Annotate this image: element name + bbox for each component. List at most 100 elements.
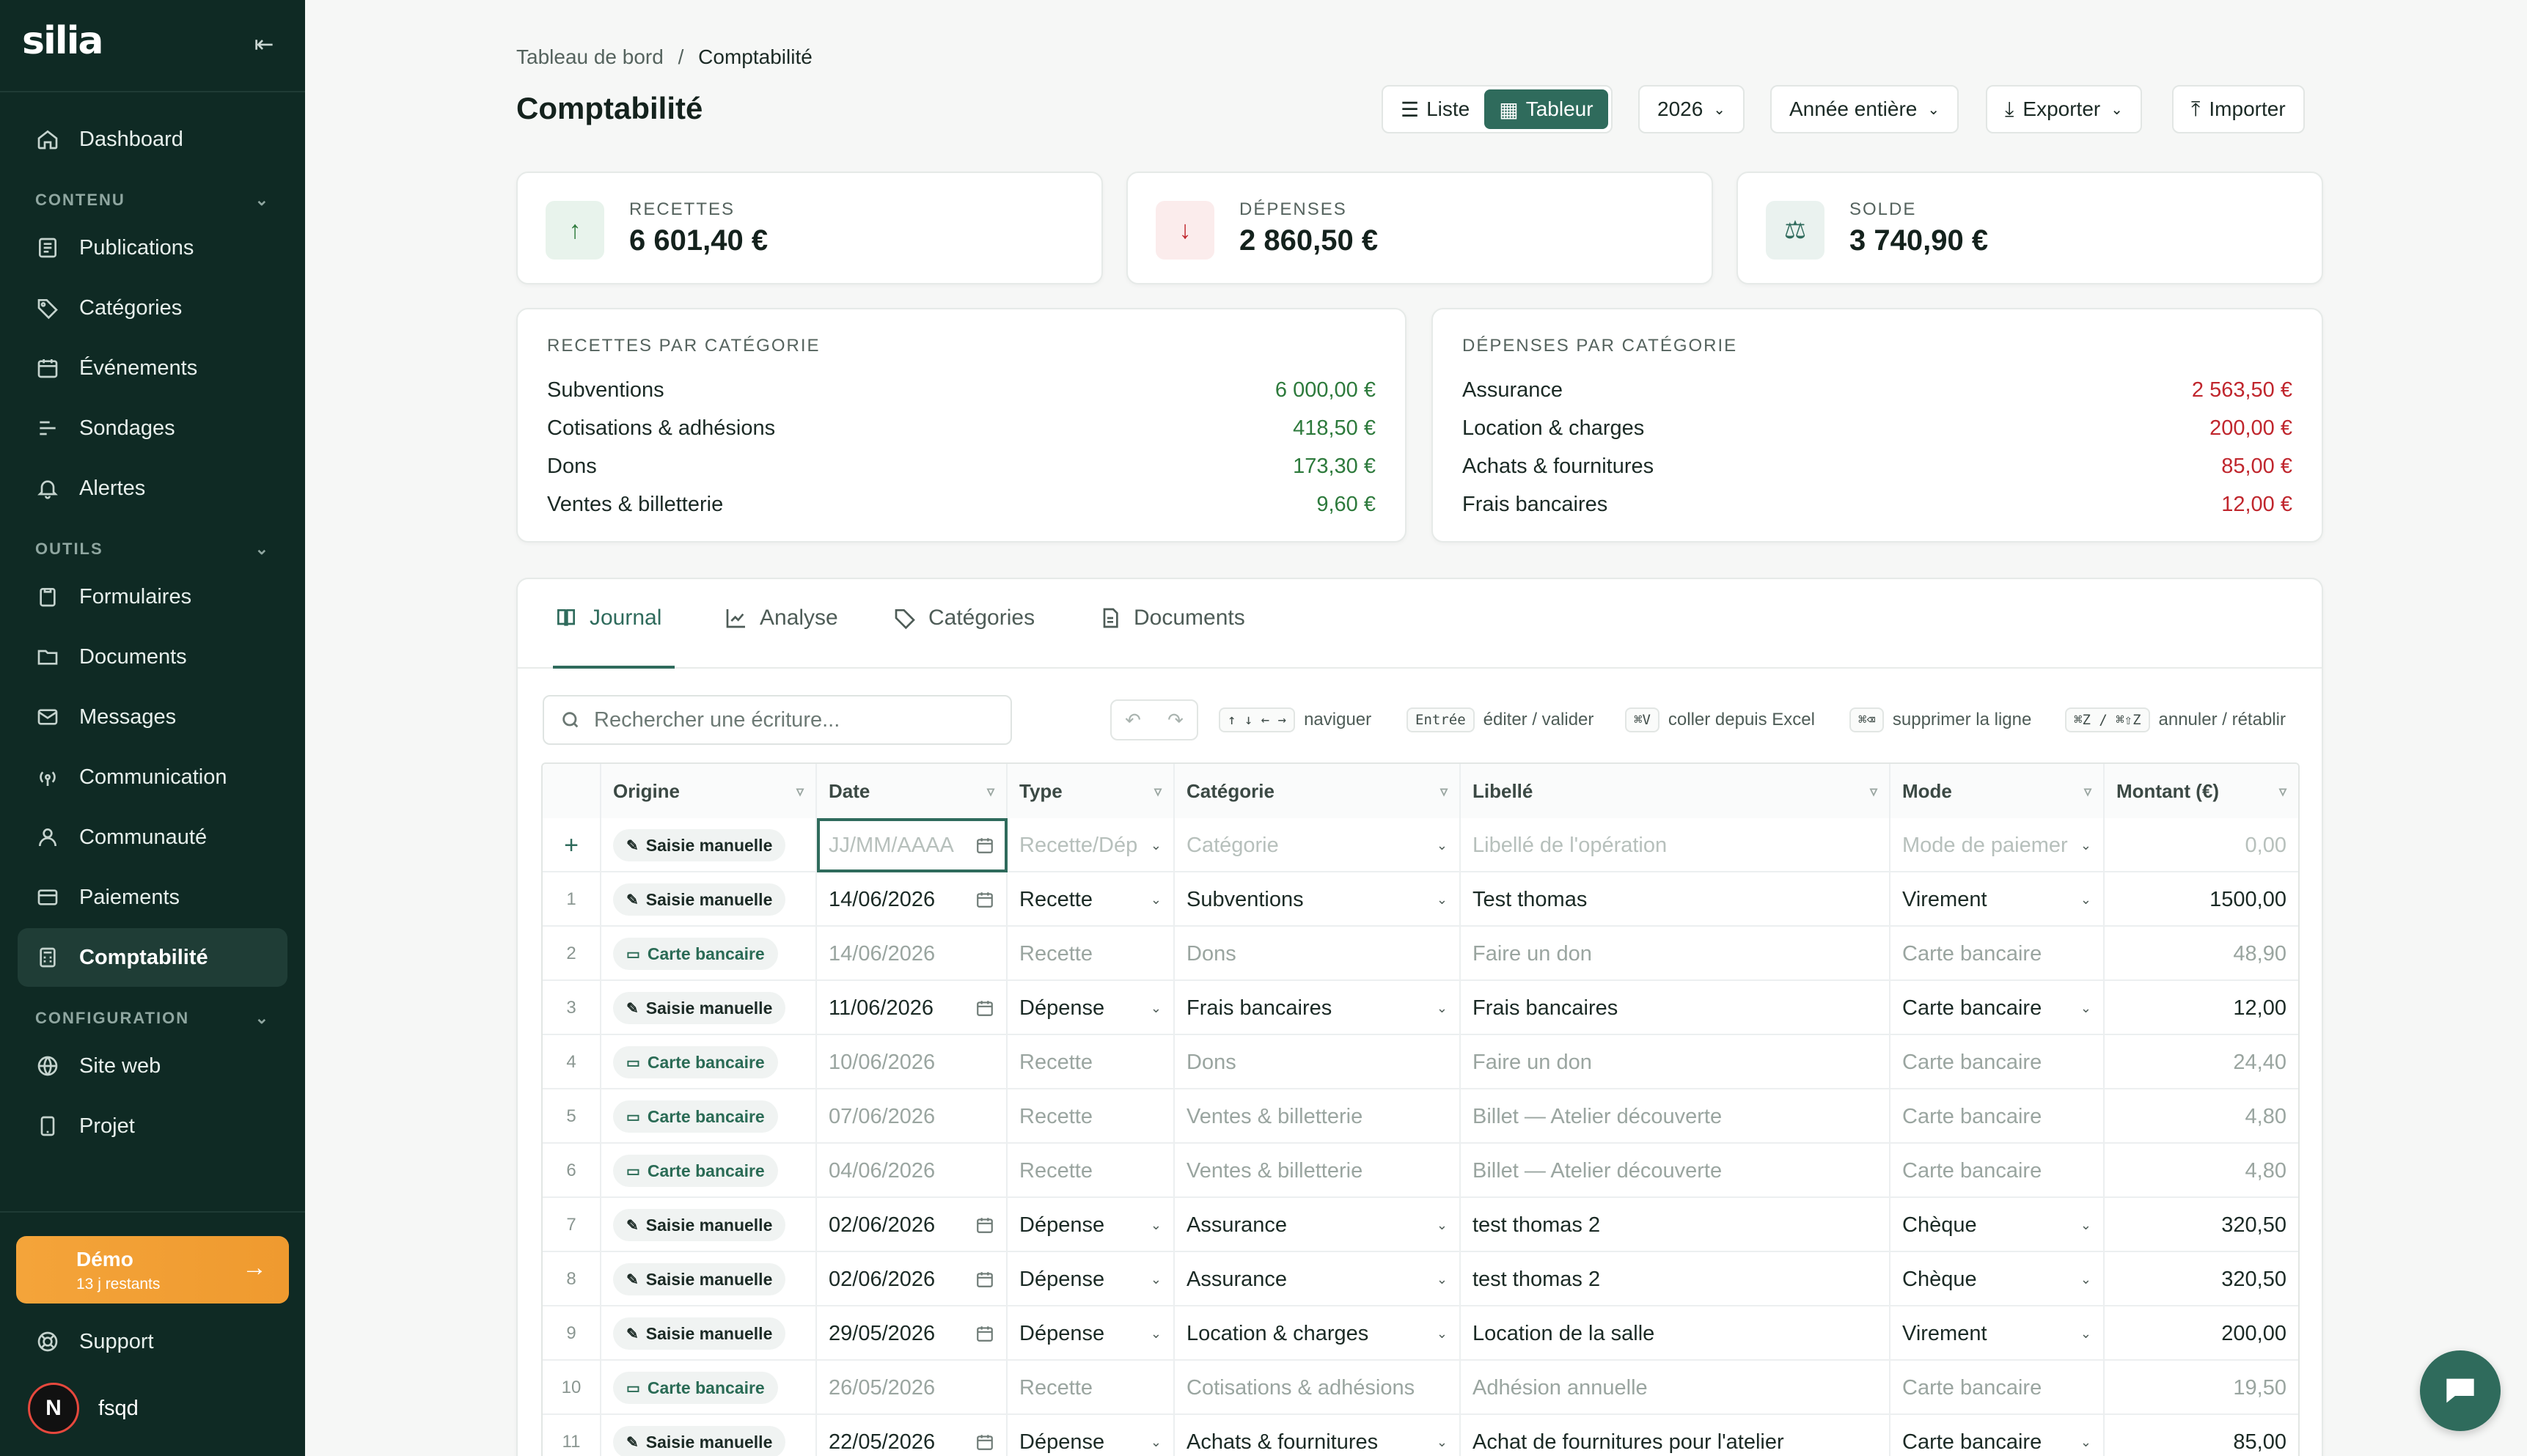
cell-mode[interactable]: Carte bancaire: [1890, 1089, 2105, 1144]
add-row-icon[interactable]: +: [543, 818, 601, 872]
cell-date[interactable]: 10/06/2026: [817, 1035, 1008, 1089]
filter-icon[interactable]: ▿: [2084, 782, 2091, 801]
import-button[interactable]: ⤒ Importer: [2172, 85, 2305, 133]
table-row[interactable]: 11 ✎ Saisie manuelle 22/05/2026 Dépense ⌄ Acha…: [543, 1415, 2298, 1456]
tab-analyse[interactable]: Analyse: [725, 606, 838, 630]
cell-type[interactable]: Dépense ⌄: [1008, 1198, 1175, 1252]
cell-libelle[interactable]: Faire un don: [1461, 927, 1890, 981]
header-mode[interactable]: Mode ▿: [1890, 764, 2105, 818]
cell-categorie[interactable]: Dons: [1175, 927, 1461, 981]
cell-montant[interactable]: 320,50: [2105, 1252, 2298, 1306]
cell-date[interactable]: 26/05/2026: [817, 1361, 1008, 1415]
table-row[interactable]: 9 ✎ Saisie manuelle 29/05/2026 Dépense ⌄ Locat…: [543, 1306, 2298, 1361]
cell-mode[interactable]: Virement ⌄: [1890, 1306, 2105, 1361]
sidebar-item-dashboard[interactable]: Dashboard: [18, 110, 287, 169]
cell-libelle-input[interactable]: Libellé de l'opération: [1461, 818, 1890, 872]
cell-date[interactable]: 04/06/2026: [817, 1144, 1008, 1198]
sidebar-item-evenements[interactable]: Événements: [18, 339, 287, 397]
cell-date-input[interactable]: JJ/MM/AAAA: [817, 818, 1008, 872]
cell-libelle[interactable]: Adhésion annuelle: [1461, 1361, 1890, 1415]
search-input[interactable]: [594, 707, 990, 732]
cell-type[interactable]: Recette: [1008, 927, 1175, 981]
cell-date[interactable]: 14/06/2026: [817, 927, 1008, 981]
table-row[interactable]: 2 ▭ Carte bancaire 14/06/2026 Recette Dons Fai…: [543, 927, 2298, 981]
header-date[interactable]: Date ▿: [817, 764, 1008, 818]
redo-icon[interactable]: ↷: [1167, 709, 1184, 732]
cell-libelle[interactable]: Test thomas: [1461, 872, 1890, 927]
sidebar-item-site-web[interactable]: Site web: [18, 1037, 287, 1095]
cell-montant[interactable]: 4,80: [2105, 1144, 2298, 1198]
tab-journal[interactable]: Journal: [554, 606, 661, 630]
calendar-icon[interactable]: [975, 1270, 994, 1289]
sidebar-item-categories[interactable]: Catégories: [18, 279, 287, 337]
sidebar-item-publications[interactable]: Publications: [18, 218, 287, 277]
header-libelle[interactable]: Libellé ▿: [1461, 764, 1890, 818]
cell-libelle[interactable]: Billet — Atelier découverte: [1461, 1144, 1890, 1198]
table-row[interactable]: 6 ▭ Carte bancaire 04/06/2026 Recette Ventes …: [543, 1144, 2298, 1198]
cell-type[interactable]: Dépense ⌄: [1008, 1415, 1175, 1456]
cell-montant[interactable]: 1500,00: [2105, 872, 2298, 927]
view-list-button[interactable]: ☰ Liste: [1386, 89, 1484, 129]
cell-date[interactable]: 02/06/2026: [817, 1198, 1008, 1252]
cell-libelle[interactable]: Location de la salle: [1461, 1306, 1890, 1361]
calendar-icon[interactable]: [975, 999, 994, 1018]
cell-type[interactable]: Recette: [1008, 1144, 1175, 1198]
filter-icon[interactable]: ▿: [1870, 782, 1877, 801]
collapse-sidebar-icon[interactable]: ⇤: [251, 31, 277, 57]
cell-libelle[interactable]: Faire un don: [1461, 1035, 1890, 1089]
tab-categories[interactable]: Catégories: [893, 606, 1035, 630]
cell-libelle[interactable]: test thomas 2: [1461, 1198, 1890, 1252]
cell-mode[interactable]: Carte bancaire ⌄: [1890, 981, 2105, 1035]
filter-icon[interactable]: ▿: [2279, 782, 2286, 801]
cell-categorie[interactable]: Ventes & billetterie: [1175, 1089, 1461, 1144]
sidebar-item-alertes[interactable]: Alertes: [18, 459, 287, 518]
sidebar-item-projet[interactable]: Projet: [18, 1097, 287, 1155]
cell-mode-select[interactable]: Mode de paiemer ⌄: [1890, 818, 2105, 872]
cell-montant[interactable]: 12,00: [2105, 981, 2298, 1035]
cell-type[interactable]: Recette: [1008, 1361, 1175, 1415]
cell-date[interactable]: 07/06/2026: [817, 1089, 1008, 1144]
cell-type[interactable]: Recette: [1008, 1089, 1175, 1144]
cell-date[interactable]: 22/05/2026: [817, 1415, 1008, 1456]
cell-montant[interactable]: 200,00: [2105, 1306, 2298, 1361]
cell-type[interactable]: Recette: [1008, 1035, 1175, 1089]
chat-support-button[interactable]: [2420, 1350, 2501, 1431]
filter-icon[interactable]: ▿: [796, 782, 804, 801]
cell-categorie[interactable]: Subventions ⌄: [1175, 872, 1461, 927]
table-row[interactable]: 1 ✎ Saisie manuelle 14/06/2026 Recette ⌄ Subve…: [543, 872, 2298, 927]
cell-type-select[interactable]: Recette/Dép ⌄: [1008, 818, 1175, 872]
breadcrumb-root[interactable]: Tableau de bord: [516, 45, 664, 68]
undo-icon[interactable]: ↶: [1125, 709, 1141, 732]
cell-categorie[interactable]: Achats & fournitures ⌄: [1175, 1415, 1461, 1456]
header-type[interactable]: Type ▿: [1008, 764, 1175, 818]
cell-montant[interactable]: 85,00: [2105, 1415, 2298, 1456]
sidebar-item-comptabilite[interactable]: Comptabilité: [18, 928, 287, 987]
cell-libelle[interactable]: Achat de fournitures pour l'atelier: [1461, 1415, 1890, 1456]
cell-type[interactable]: Dépense ⌄: [1008, 1306, 1175, 1361]
sidebar-item-sondages[interactable]: Sondages: [18, 399, 287, 457]
cell-type[interactable]: Dépense ⌄: [1008, 1252, 1175, 1306]
cell-montant-input[interactable]: 0,00: [2105, 818, 2298, 872]
sidebar-item-messages[interactable]: Messages: [18, 688, 287, 746]
period-select[interactable]: Année entière ⌄: [1770, 85, 1959, 133]
cell-date[interactable]: 11/06/2026: [817, 981, 1008, 1035]
cell-mode[interactable]: Carte bancaire ⌄: [1890, 1415, 2105, 1456]
calendar-icon[interactable]: [975, 836, 994, 855]
table-row[interactable]: 3 ✎ Saisie manuelle 11/06/2026 Dépense ⌄ Frais…: [543, 981, 2298, 1035]
table-row[interactable]: 5 ▭ Carte bancaire 07/06/2026 Recette Ventes …: [543, 1089, 2298, 1144]
cell-mode[interactable]: Chèque ⌄: [1890, 1198, 2105, 1252]
view-sheet-button[interactable]: ▦ Tableur: [1484, 89, 1608, 129]
cell-libelle[interactable]: test thomas 2: [1461, 1252, 1890, 1306]
table-row[interactable]: 4 ▭ Carte bancaire 10/06/2026 Recette Dons Fai…: [543, 1035, 2298, 1089]
export-button[interactable]: ⤓ Exporter ⌄: [1986, 85, 2142, 133]
section-outils[interactable]: OUTILS ⌄: [35, 540, 270, 559]
cell-categorie-select[interactable]: Catégorie ⌄: [1175, 818, 1461, 872]
cell-type[interactable]: Recette ⌄: [1008, 872, 1175, 927]
table-row[interactable]: 10 ▭ Carte bancaire 26/05/2026 Recette Cotisa…: [543, 1361, 2298, 1415]
cell-libelle[interactable]: Billet — Atelier découverte: [1461, 1089, 1890, 1144]
cell-categorie[interactable]: Cotisations & adhésions: [1175, 1361, 1461, 1415]
cell-categorie[interactable]: Assurance ⌄: [1175, 1198, 1461, 1252]
cell-categorie[interactable]: Dons: [1175, 1035, 1461, 1089]
tab-documents[interactable]: Documents: [1099, 606, 1245, 630]
cell-montant[interactable]: 19,50: [2105, 1361, 2298, 1415]
